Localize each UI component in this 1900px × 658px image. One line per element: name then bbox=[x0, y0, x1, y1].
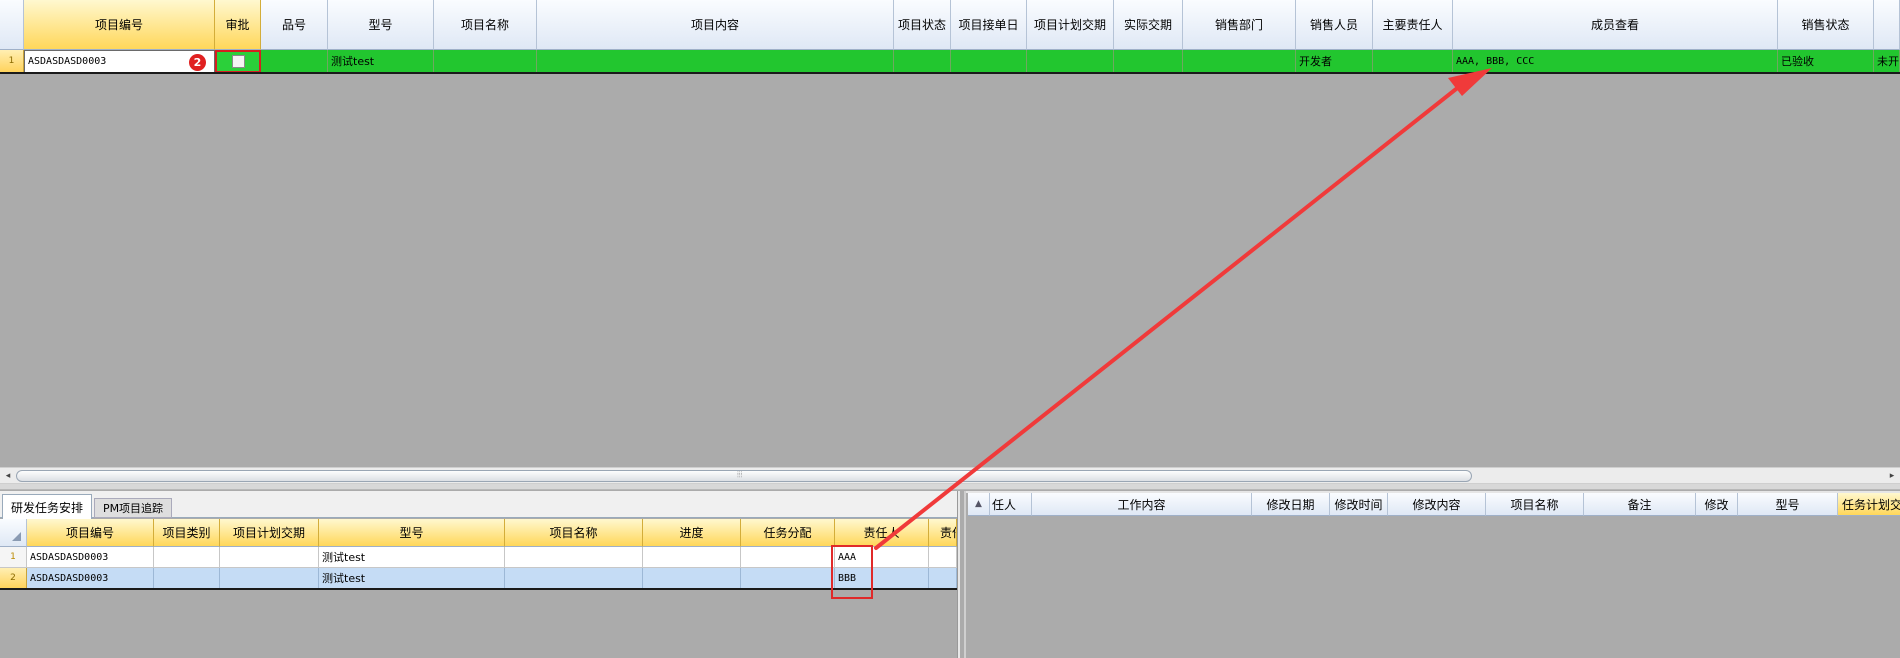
arrow-line bbox=[874, 76, 1472, 550]
annotation-arrow bbox=[874, 68, 1492, 550]
